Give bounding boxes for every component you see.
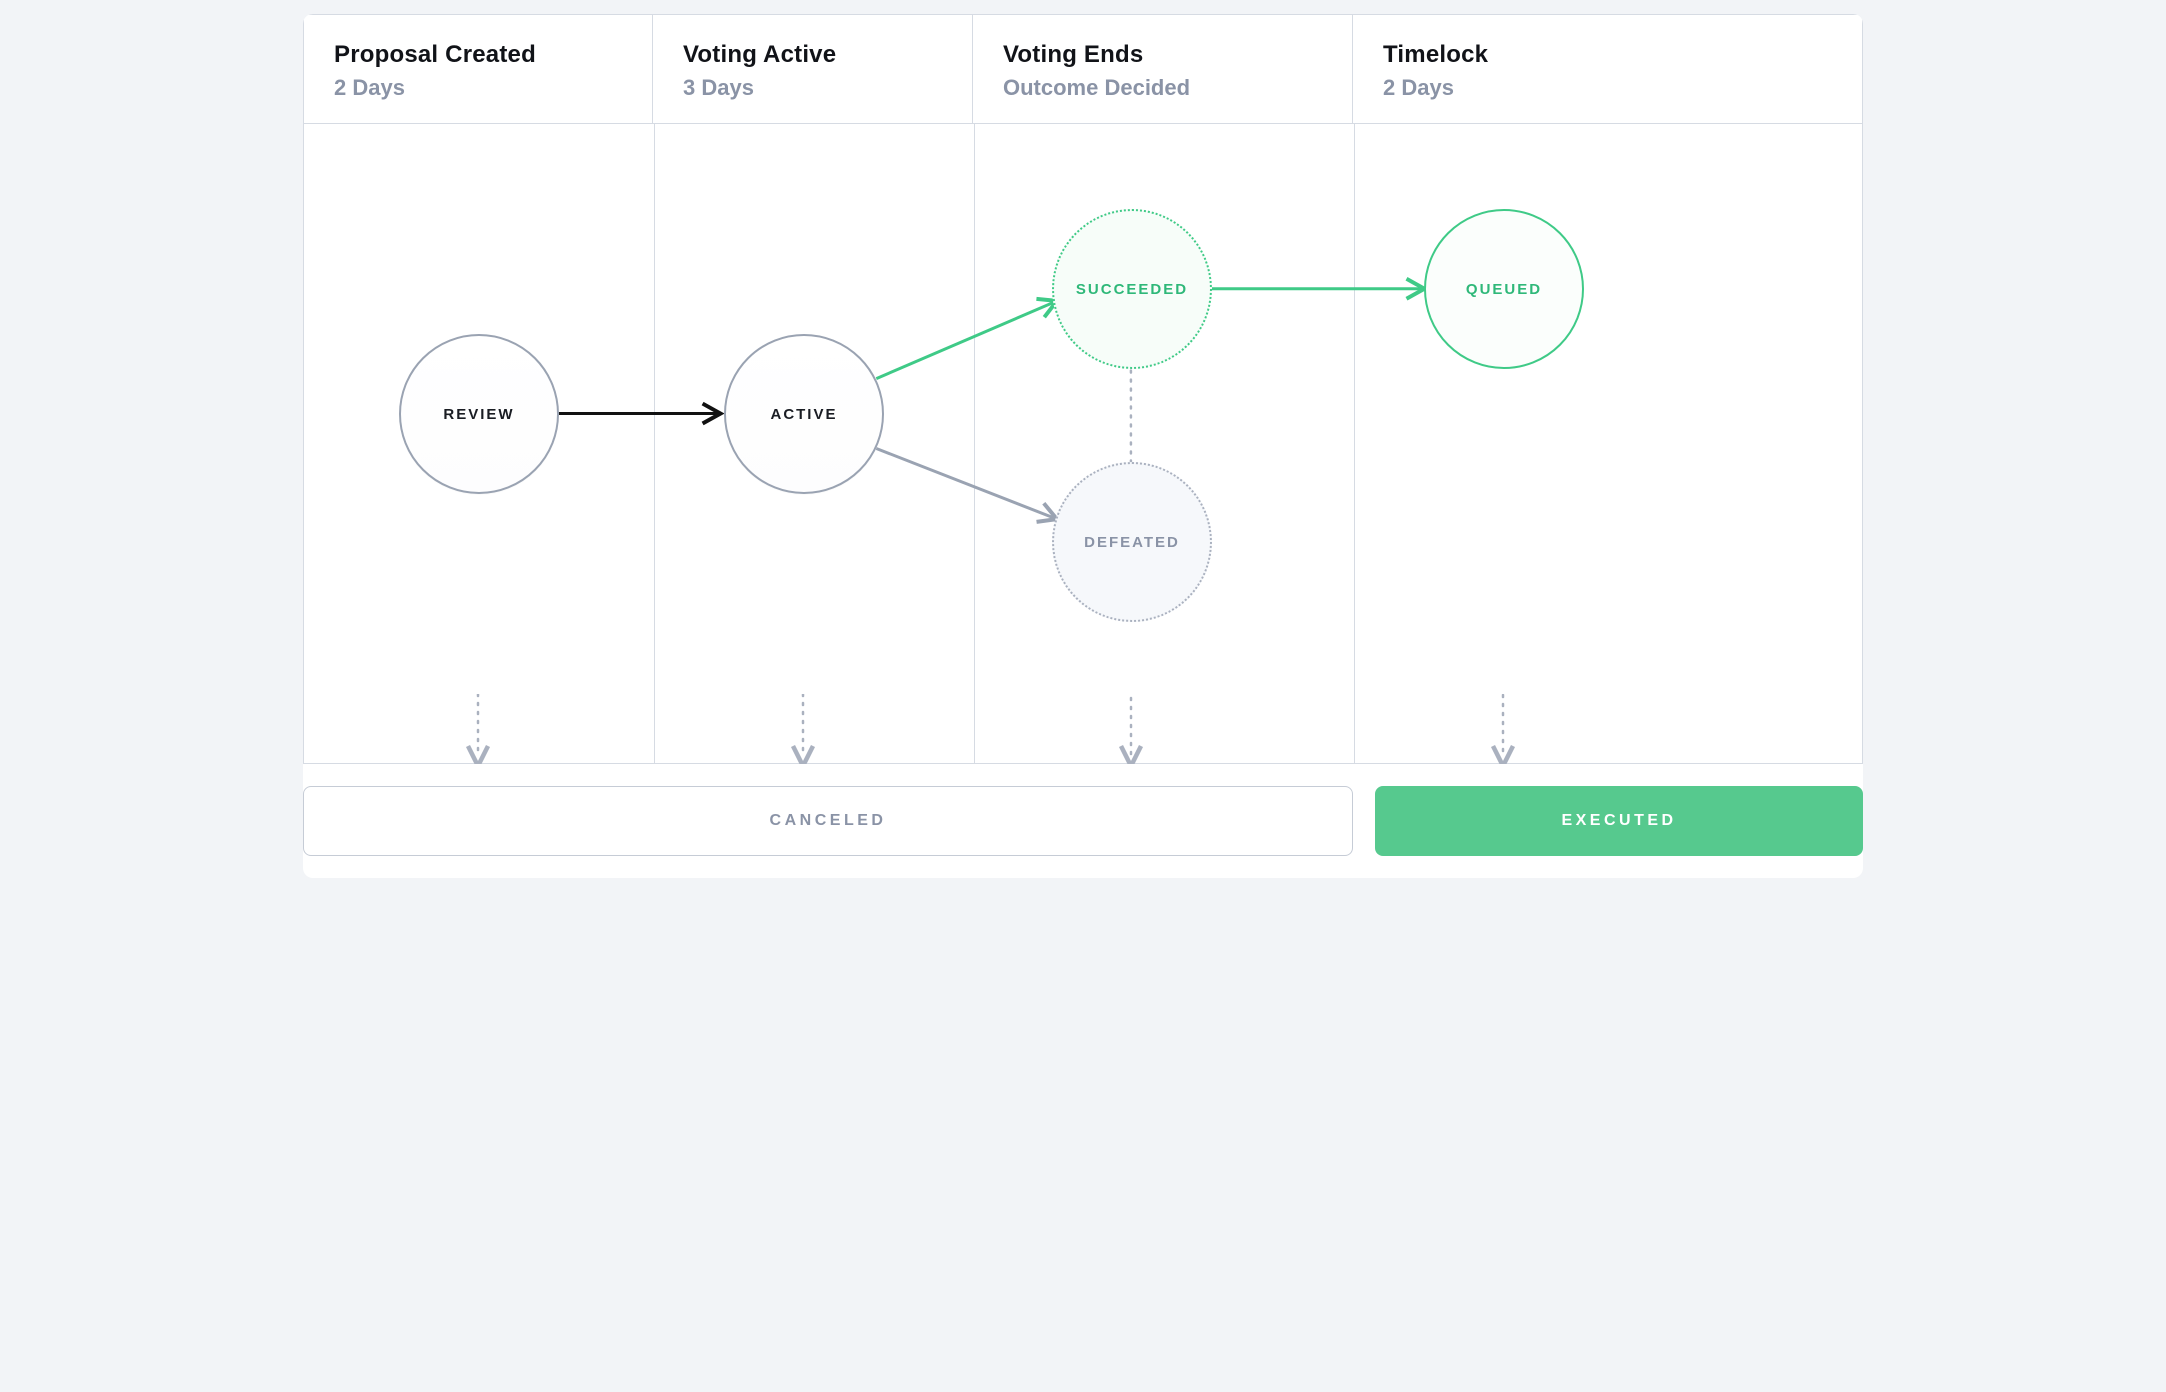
node-label: SUCCEEDED [1076, 281, 1188, 298]
diagram-body: REVIEW ACTIVE SUCCEEDED DEFEATED QUEUED [303, 124, 1863, 764]
col-separator [974, 124, 975, 763]
node-label: ACTIVE [770, 406, 837, 423]
state-label: CANCELED [770, 812, 887, 830]
node-label: QUEUED [1466, 281, 1542, 298]
col-header-voting-ends: Voting Ends Outcome Decided [973, 14, 1353, 124]
col-header-proposal-created: Proposal Created 2 Days [303, 14, 653, 124]
col-subtitle: 2 Days [334, 75, 622, 101]
col-title: Proposal Created [334, 41, 622, 69]
col-separator [1354, 124, 1355, 763]
col-separator [654, 124, 655, 763]
col-subtitle: 3 Days [683, 75, 942, 101]
node-defeated: DEFEATED [1052, 462, 1212, 622]
footer-row: CANCELED EXECUTED [303, 764, 1863, 878]
node-label: REVIEW [443, 406, 514, 423]
node-label: DEFEATED [1084, 534, 1180, 551]
proposal-lifecycle-diagram: Proposal Created 2 Days Voting Active 3 … [303, 14, 1863, 878]
col-header-timelock: Timelock 2 Days [1353, 14, 1863, 124]
node-queued: QUEUED [1424, 209, 1584, 369]
state-label: EXECUTED [1561, 812, 1676, 830]
state-canceled: CANCELED [303, 786, 1353, 856]
edge-active-succeeded [876, 302, 1055, 379]
node-succeeded: SUCCEEDED [1052, 209, 1212, 369]
col-subtitle: 2 Days [1383, 75, 1832, 101]
state-executed: EXECUTED [1375, 786, 1863, 856]
edge-active-defeated [876, 448, 1055, 518]
node-review: REVIEW [399, 334, 559, 494]
col-header-voting-active: Voting Active 3 Days [653, 14, 973, 124]
node-active: ACTIVE [724, 334, 884, 494]
col-subtitle: Outcome Decided [1003, 75, 1322, 101]
col-title: Voting Ends [1003, 41, 1322, 69]
col-title: Timelock [1383, 41, 1832, 69]
col-title: Voting Active [683, 41, 942, 69]
